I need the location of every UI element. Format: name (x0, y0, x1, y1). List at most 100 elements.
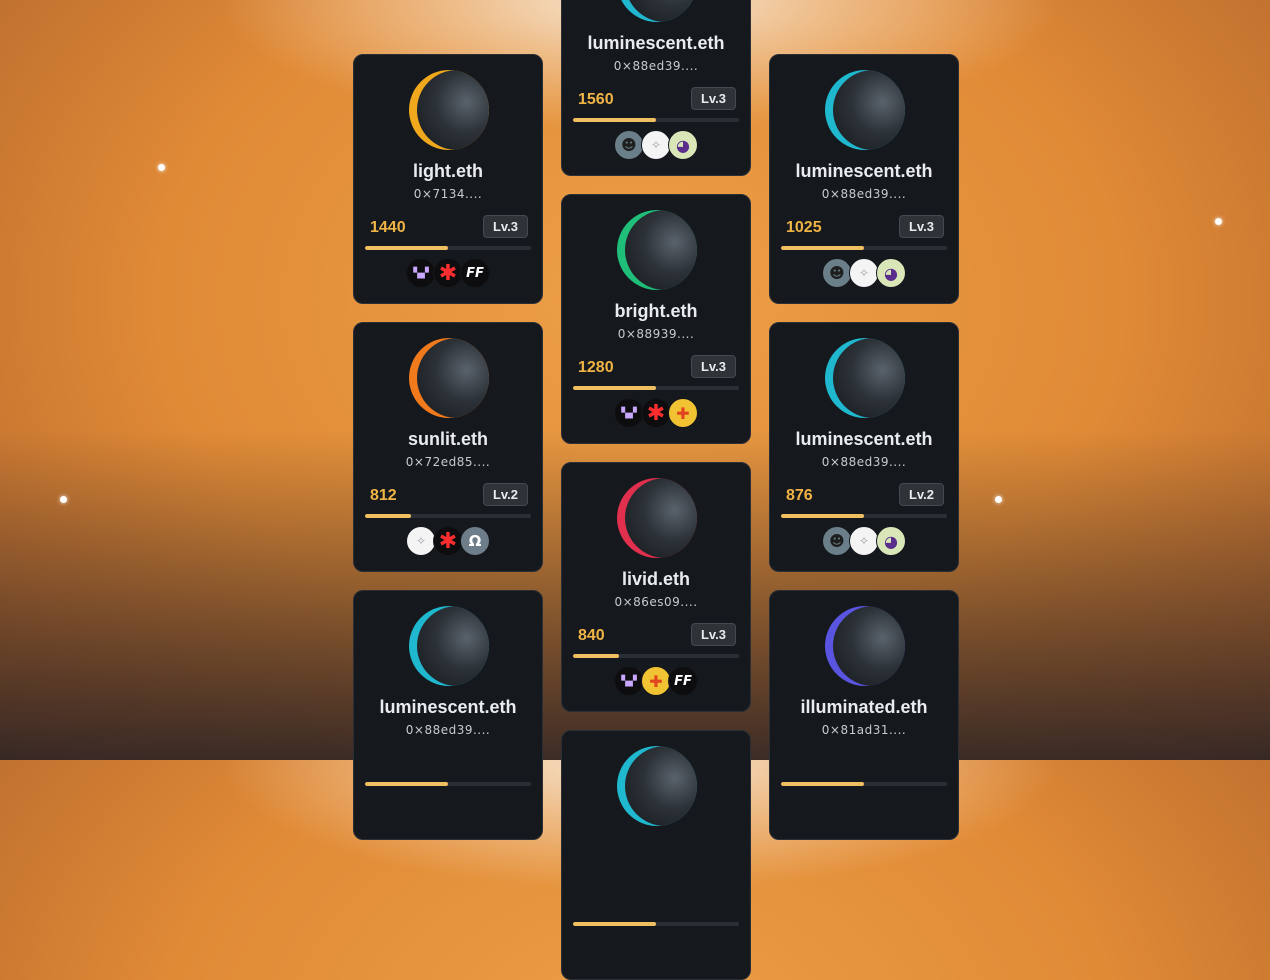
wallet-address: 0×81ad31.... (821, 723, 907, 737)
progress-fill (573, 654, 620, 658)
pixel-avatar[interactable]: ▚▞ (614, 398, 644, 428)
progress-fill (573, 118, 656, 122)
level-badge: Lv.3 (690, 623, 736, 646)
wallet-address: 0×88ed39.... (613, 59, 699, 73)
pixel-avatar[interactable]: ▚▞ (614, 666, 644, 696)
profile-card[interactable]: luminescent.eth 0×88ed39.... (353, 590, 543, 840)
level-badge: Lv.3 (898, 215, 944, 238)
progress-fill (781, 246, 864, 250)
profile-card[interactable]: livid.eth 0×86es09.... 840 Lv.3 ▚▞ ✚ FF (561, 462, 751, 712)
collection-avatars: ▚▞ ✱ FF (354, 258, 542, 290)
profile-card[interactable]: luminescent.eth 0×88ed39.... 1025 Lv.3 ☻ ✧ ◕ (769, 54, 959, 304)
sketch-avatar[interactable]: ✧ (849, 258, 879, 288)
progress-bar (365, 782, 531, 786)
progress-fill (573, 386, 656, 390)
progress-bar (573, 922, 739, 926)
score-value: 1280 (578, 359, 614, 376)
profile-card[interactable]: sunlit.eth 0×72ed85.... 812 Lv.2 ✧ ✱ Ω (353, 322, 543, 572)
progress-bar (781, 782, 947, 786)
star-dot (60, 496, 67, 503)
punk-avatar[interactable]: ☻ (614, 130, 644, 160)
profile-name[interactable]: bright.eth (562, 301, 750, 322)
profile-card[interactable]: bright.eth 0×88939.... 1280 Lv.3 ▚▞ ✱ ✚ (561, 194, 751, 444)
star-dot (995, 496, 1002, 503)
wallet-address: 0×72ed85.... (405, 455, 491, 469)
progress-fill (573, 922, 656, 926)
panda-avatar[interactable]: ◕ (668, 130, 698, 160)
avatar-orb (617, 746, 697, 826)
profile-name[interactable]: luminescent.eth (770, 161, 958, 182)
level-badge: Lv.3 (690, 87, 736, 110)
score-value: 1025 (786, 219, 822, 236)
score-value: 812 (370, 487, 397, 504)
avatar-orb (825, 338, 905, 418)
profile-name[interactable]: light.eth (354, 161, 542, 182)
star-dot (158, 164, 165, 171)
asterisk-avatar[interactable]: ✱ (433, 526, 463, 556)
collection-avatars: ✧ ✱ Ω (354, 526, 542, 558)
score-value: 840 (578, 627, 605, 644)
progress-bar (365, 514, 531, 518)
avatar-orb (617, 210, 697, 290)
profile-name[interactable]: luminescent.eth (562, 33, 750, 54)
profile-card[interactable]: illuminated.eth 0×81ad31.... (769, 590, 959, 840)
collection-avatars: ▚▞ ✱ ✚ (562, 398, 750, 430)
profile-name[interactable]: sunlit.eth (354, 429, 542, 450)
wallet-address: 0×88ed39.... (821, 455, 907, 469)
score-value: 1440 (370, 219, 406, 236)
collection-avatars: ▚▞ ✚ FF (562, 666, 750, 698)
avatar-orb (409, 70, 489, 150)
level-badge: Lv.3 (690, 355, 736, 378)
profile-name[interactable]: livid.eth (562, 569, 750, 590)
avatar-orb (409, 606, 489, 686)
omega-avatar[interactable]: Ω (460, 526, 490, 556)
progress-bar (573, 118, 739, 122)
profile-name[interactable]: luminescent.eth (770, 429, 958, 450)
profile-name[interactable]: illuminated.eth (770, 697, 958, 718)
progress-fill (365, 782, 448, 786)
progress-bar (573, 654, 739, 658)
avatar-orb (825, 70, 905, 150)
panda-avatar[interactable]: ◕ (876, 526, 906, 556)
avatar-orb (617, 0, 697, 22)
profile-card[interactable]: luminescent.eth 0×88ed39.... 876 Lv.2 ☻ ✧ ◕ (769, 322, 959, 572)
level-badge: Lv.2 (898, 483, 944, 506)
progress-fill (781, 782, 864, 786)
sketch-avatar[interactable]: ✧ (406, 526, 436, 556)
wallet-address: 0×7134.... (413, 187, 483, 201)
score-value: 1560 (578, 91, 614, 108)
panda-avatar[interactable]: ◕ (876, 258, 906, 288)
progress-fill (365, 246, 448, 250)
star-dot (1215, 218, 1222, 225)
progress-bar (573, 386, 739, 390)
ff-avatar[interactable]: FF (460, 258, 490, 288)
punk-avatar[interactable]: ☻ (822, 526, 852, 556)
level-badge: Lv.2 (482, 483, 528, 506)
wallet-address: 0×88ed39.... (405, 723, 491, 737)
pixel-avatar[interactable]: ▚▞ (406, 258, 436, 288)
collection-avatars: ☻ ✧ ◕ (770, 526, 958, 558)
collection-avatars: ☻ ✧ ◕ (562, 130, 750, 162)
punk-avatar[interactable]: ☻ (822, 258, 852, 288)
gold-avatar[interactable]: ✚ (668, 398, 698, 428)
wallet-address: 0×86es09.... (614, 595, 698, 609)
collection-avatars: ☻ ✧ ◕ (770, 258, 958, 290)
asterisk-avatar[interactable]: ✱ (433, 258, 463, 288)
progress-fill (365, 514, 412, 518)
sketch-avatar[interactable]: ✧ (641, 130, 671, 160)
profile-card[interactable]: luminescent.eth 0×88ed39.... 1560 Lv.3 ☻ ✧ ◕ (561, 0, 751, 176)
progress-bar (781, 514, 947, 518)
sketch-avatar[interactable]: ✧ (849, 526, 879, 556)
avatar-orb (617, 478, 697, 558)
profile-card[interactable]: light.eth 0×7134.... 1440 Lv.3 ▚▞ ✱ FF (353, 54, 543, 304)
avatar-orb (825, 606, 905, 686)
gold-avatar[interactable]: ✚ (641, 666, 671, 696)
wallet-address: 0×88ed39.... (821, 187, 907, 201)
profile-name[interactable]: luminescent.eth (354, 697, 542, 718)
progress-bar (781, 246, 947, 250)
asterisk-avatar[interactable]: ✱ (641, 398, 671, 428)
avatar-orb (409, 338, 489, 418)
profile-card[interactable] (561, 730, 751, 980)
level-badge: Lv.3 (482, 215, 528, 238)
ff-avatar[interactable]: FF (668, 666, 698, 696)
